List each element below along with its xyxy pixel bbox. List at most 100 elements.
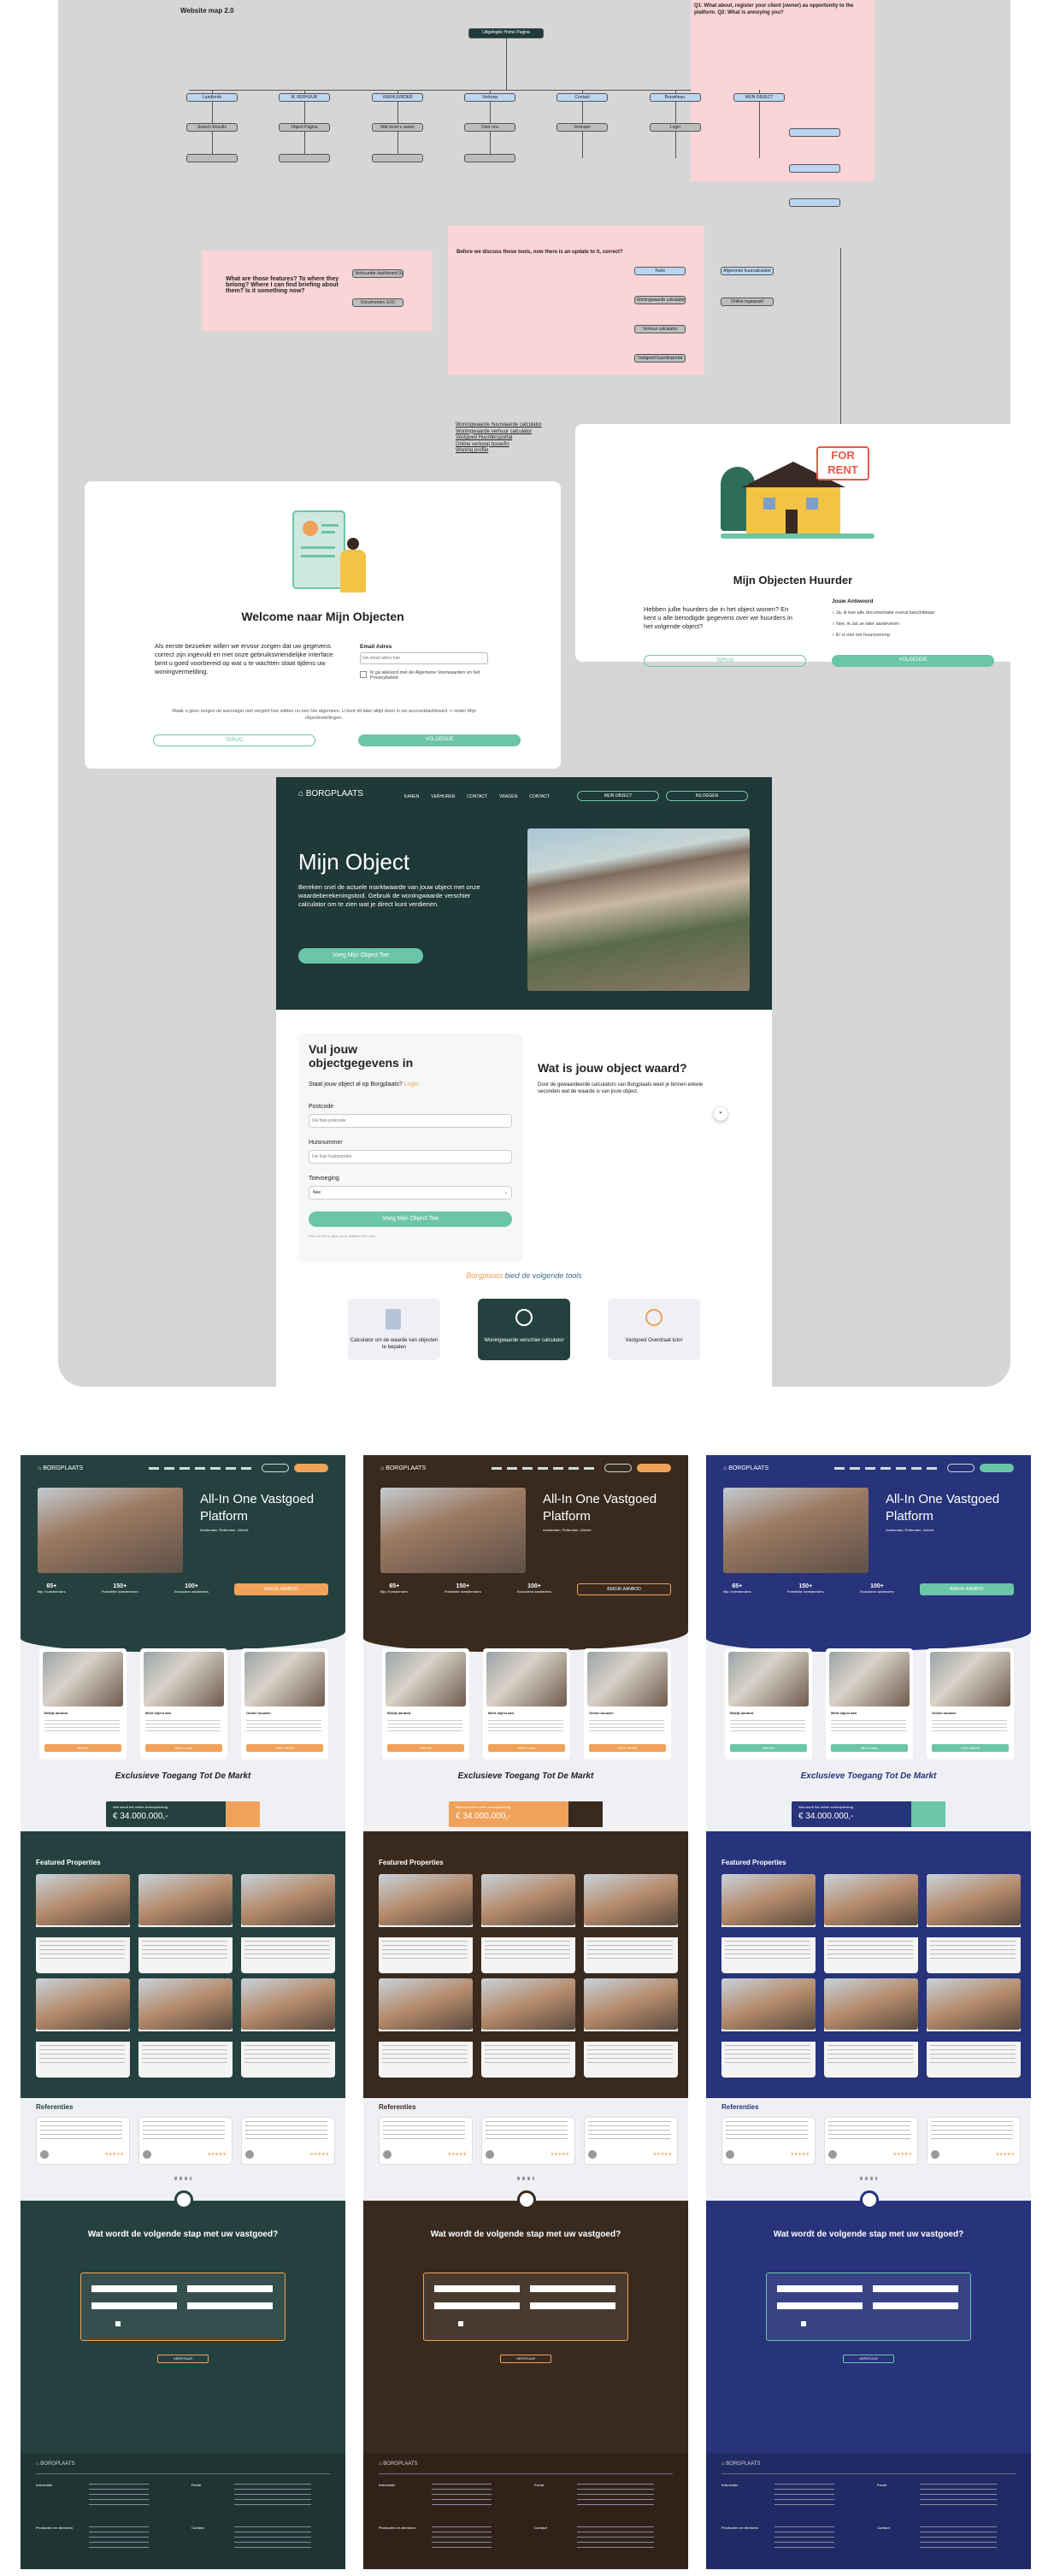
cta-submit-button[interactable]: VERSTUUR (843, 2355, 894, 2363)
carousel-dots[interactable] (517, 2177, 534, 2180)
card-button[interactable]: LEES MEER (246, 1744, 323, 1752)
footer-logo[interactable]: ⌂ BORGPLAATS (721, 2461, 761, 2467)
property-card[interactable] (379, 1978, 473, 2078)
nav-cta-button[interactable] (294, 1464, 328, 1472)
cta-submit-button[interactable]: VERSTUUR (500, 2355, 551, 2363)
card-button[interactable]: BEKIJK (387, 1744, 464, 1752)
property-card[interactable] (241, 1874, 335, 1973)
answer-options[interactable]: ○ Ja, ik ken alle documentatie overal be… (832, 608, 934, 641)
service-card[interactable]: Meld object aan MELD AAN (140, 1648, 227, 1760)
form-input[interactable] (777, 2302, 863, 2309)
logo[interactable]: ⌂ BORGPLAATS (38, 1465, 83, 1471)
mijn-object-button[interactable]: MIJN OBJECT (577, 791, 659, 801)
property-card[interactable] (481, 1874, 575, 1973)
cta-submit-button[interactable]: VERSTUUR (157, 2355, 209, 2363)
answer-option[interactable]: ○ Er is niet om huurovereng (832, 630, 934, 641)
next-button[interactable]: VOLGENDE (358, 734, 521, 746)
logo[interactable]: ⌂ BORGPLAATS (723, 1465, 768, 1471)
arrow-icon[interactable] (860, 2190, 879, 2209)
property-card[interactable] (584, 1874, 678, 1973)
hero-cta-button[interactable]: BEKIJK AANBOD (234, 1583, 328, 1595)
chevron-down-icon[interactable]: ⌄ (714, 1107, 727, 1121)
carousel-dots[interactable] (860, 2177, 877, 2180)
footer-links[interactable] (920, 2484, 997, 2509)
huisnummer-input[interactable] (309, 1150, 512, 1164)
toevoeging-select[interactable]: Nee ⌄ (309, 1186, 512, 1200)
form-login-link[interactable]: Login (404, 1082, 419, 1088)
footer-links[interactable] (432, 2526, 492, 2552)
back-button[interactable]: TERUG (153, 734, 315, 746)
huurder-next-button[interactable]: VOLGENDE (832, 655, 994, 667)
huurder-back-button[interactable]: TERUG (644, 655, 806, 667)
property-card[interactable] (481, 1978, 575, 2078)
service-card[interactable]: Meld object aan MELD AAN (826, 1648, 913, 1760)
answer-option[interactable]: ○ Ja, ik ken alle documentatie overal be… (832, 608, 934, 619)
card-button[interactable]: LEES MEER (932, 1744, 1009, 1752)
form-input[interactable] (873, 2285, 958, 2292)
property-card[interactable] (138, 1874, 233, 1973)
nav-button[interactable] (604, 1464, 632, 1472)
login-button[interactable]: INLOGGEN (666, 791, 748, 801)
nav-button[interactable] (262, 1464, 289, 1472)
service-card[interactable]: Online bouwen LEES MEER (927, 1648, 1014, 1760)
terms-checkbox[interactable] (360, 671, 367, 678)
hero-cta-button[interactable]: BEKIJK AANBOD (920, 1583, 1014, 1595)
arrow-icon[interactable] (174, 2190, 193, 2209)
footer-links[interactable] (234, 2484, 311, 2509)
card-button[interactable]: MELD AAN (488, 1744, 565, 1752)
service-card[interactable]: Online bouwen LEES MEER (584, 1648, 671, 1760)
property-card[interactable] (824, 1874, 918, 1973)
form-input[interactable] (187, 2302, 273, 2309)
consent-checkbox[interactable] (115, 2321, 121, 2326)
tool-card[interactable]: Woningwaarde verschier calculator (478, 1299, 570, 1360)
form-input[interactable] (187, 2285, 273, 2292)
nav-cta-button[interactable] (637, 1464, 671, 1472)
nav-item[interactable]: CONTACT (529, 794, 550, 799)
answer-option[interactable]: ○ Nee, ik zal ze later aanleveren (832, 619, 934, 630)
arrow-icon[interactable] (517, 2190, 536, 2209)
form-submit-button[interactable]: Voeg Mijn Object Toe (309, 1211, 512, 1227)
footer-links[interactable] (577, 2484, 654, 2509)
property-card[interactable] (379, 1874, 473, 1973)
nav-item[interactable]: VRAGEN (499, 794, 517, 799)
main-nav[interactable] (492, 1467, 594, 1470)
service-card[interactable]: Bekijk aanbod BEKIJK (382, 1648, 469, 1760)
postcode-input[interactable] (309, 1114, 512, 1128)
footer-links[interactable] (774, 2526, 834, 2552)
property-card[interactable] (584, 1978, 678, 2078)
nav-cta-button[interactable] (980, 1464, 1014, 1472)
nav-item[interactable]: KANEN (404, 794, 419, 799)
add-object-button[interactable]: Voeg Mijn Object Toe (298, 948, 423, 964)
form-input[interactable] (91, 2285, 177, 2292)
property-card[interactable] (824, 1978, 918, 2078)
service-card[interactable]: Meld object aan MELD AAN (483, 1648, 570, 1760)
nav-button[interactable] (947, 1464, 975, 1472)
email-input[interactable] (360, 652, 488, 664)
nav-item[interactable]: CONTACT (467, 794, 487, 799)
consent-checkbox[interactable] (801, 2321, 806, 2326)
tool-card[interactable]: Vastgoed Overdraat tutor (608, 1299, 700, 1360)
card-button[interactable]: MELD AAN (831, 1744, 908, 1752)
card-button[interactable]: LEES MEER (589, 1744, 666, 1752)
form-input[interactable] (434, 2285, 520, 2292)
nav-item[interactable]: VERHUREN (431, 794, 455, 799)
main-nav[interactable] (149, 1467, 251, 1470)
service-card[interactable]: Bekijk aanbod BEKIJK (725, 1648, 812, 1760)
card-button[interactable]: BEKIJK (730, 1744, 807, 1752)
property-card[interactable] (138, 1978, 233, 2078)
consent-checkbox[interactable] (458, 2321, 463, 2326)
property-card[interactable] (721, 1978, 816, 2078)
form-input[interactable] (530, 2285, 615, 2292)
carousel-dots[interactable] (174, 2177, 191, 2180)
footer-links[interactable] (432, 2484, 492, 2509)
footer-links[interactable] (89, 2526, 149, 2552)
form-input[interactable] (91, 2302, 177, 2309)
main-nav[interactable] (834, 1467, 937, 1470)
property-card[interactable] (36, 1874, 130, 1973)
service-card[interactable]: Bekijk aanbod BEKIJK (39, 1648, 127, 1760)
logo[interactable]: ⌂ BORGPLAATS (298, 789, 363, 799)
form-input[interactable] (873, 2302, 958, 2309)
property-card[interactable] (36, 1978, 130, 2078)
service-card[interactable]: Online bouwen LEES MEER (241, 1648, 328, 1760)
logo[interactable]: ⌂ BORGPLAATS (380, 1465, 426, 1471)
